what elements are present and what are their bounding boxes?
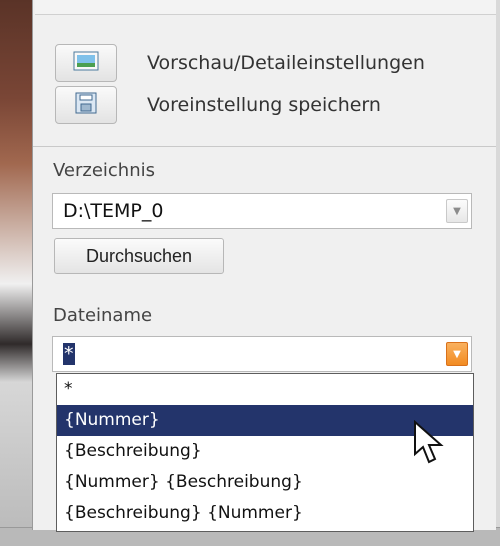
filename-dropdown-button[interactable]: ▼: [446, 342, 468, 366]
top-strip: [35, 0, 496, 15]
filename-dropdown-list[interactable]: * {Nummer} {Beschreibung} {Nummer} {Besc…: [56, 373, 474, 532]
preview-settings-label[interactable]: Vorschau/Detaileinstellungen: [147, 52, 425, 74]
preview-button[interactable]: [55, 44, 117, 82]
save-preset-label[interactable]: Voreinstellung speichern: [147, 94, 381, 116]
export-panel: Vorschau/Detaileinstellungen Voreinstell…: [32, 0, 496, 532]
directory-dropdown-button[interactable]: ▼: [446, 199, 468, 223]
browse-button[interactable]: Durchsuchen: [54, 238, 224, 274]
filename-option[interactable]: {Beschreibung} {Nummer}: [57, 498, 473, 529]
filename-combobox[interactable]: * ▼: [52, 336, 472, 372]
filename-option-selected[interactable]: {Nummer}: [57, 405, 473, 436]
filename-label: Dateiname: [53, 305, 153, 326]
mouse-cursor-icon: [413, 419, 447, 470]
save-preset-button[interactable]: [55, 86, 117, 124]
filename-option[interactable]: {Nummer} {Beschreibung}: [57, 467, 473, 498]
directory-combobox[interactable]: D:\TEMP_0 ▼: [52, 193, 472, 229]
chevron-down-icon: ▼: [453, 348, 461, 360]
directory-value[interactable]: D:\TEMP_0: [63, 200, 163, 222]
directory-label: Verzeichnis: [53, 160, 156, 181]
background-left: [0, 0, 32, 546]
chevron-down-icon: ▼: [453, 205, 461, 217]
filename-value[interactable]: *: [63, 343, 75, 365]
save-preset-row[interactable]: Voreinstellung speichern: [55, 84, 381, 126]
picture-icon: [73, 51, 99, 75]
filename-option[interactable]: *: [57, 374, 473, 405]
filename-option[interactable]: {Beschreibung}: [57, 436, 473, 467]
section-separator: [33, 146, 496, 147]
preview-settings-row[interactable]: Vorschau/Detaileinstellungen: [55, 42, 425, 84]
save-icon: [74, 91, 98, 119]
